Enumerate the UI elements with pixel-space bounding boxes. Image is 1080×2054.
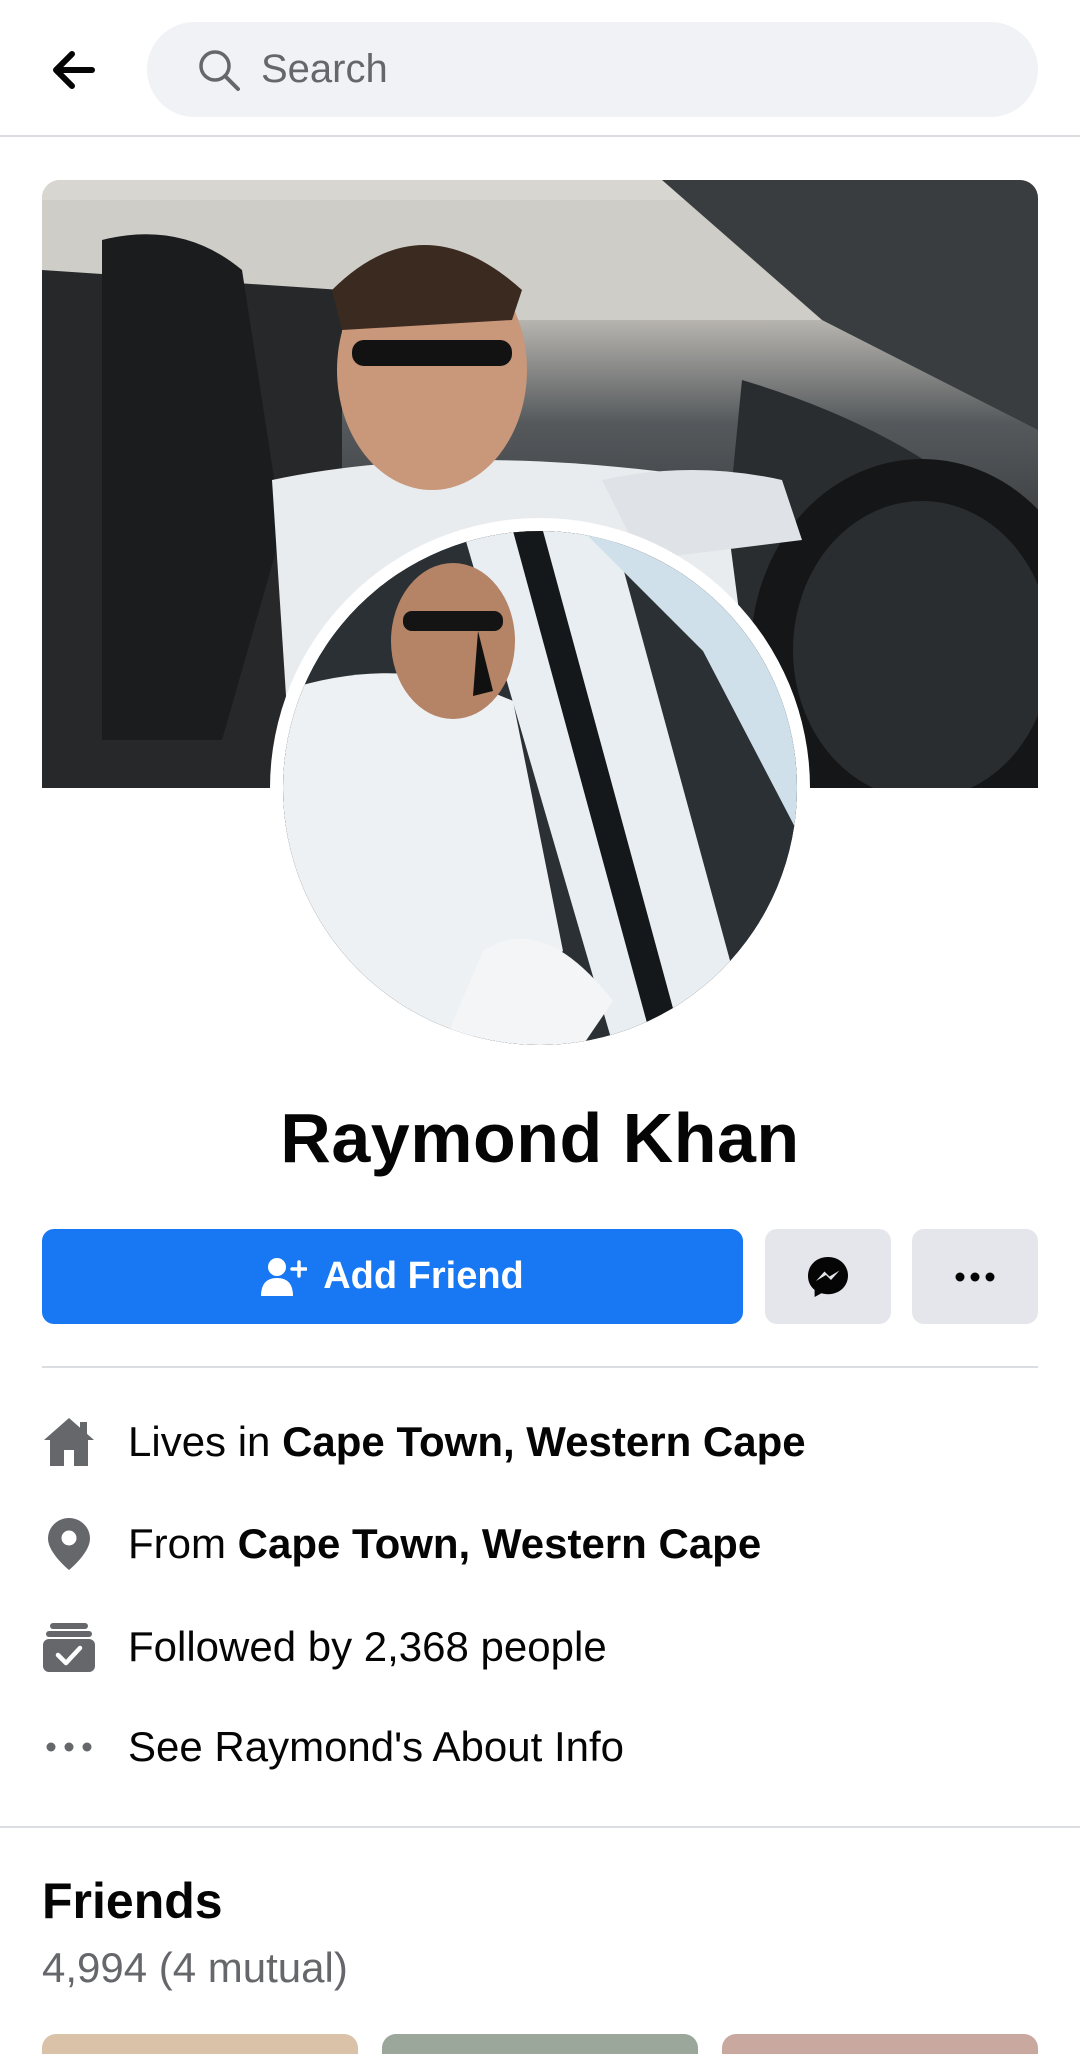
- back-button[interactable]: [40, 40, 106, 100]
- divider: [42, 1366, 1038, 1368]
- lives-in-prefix: Lives in: [128, 1418, 283, 1465]
- more-options-button[interactable]: [912, 1229, 1038, 1324]
- add-friend-label: Add Friend: [323, 1255, 524, 1297]
- add-friend-button[interactable]: Add Friend: [42, 1229, 743, 1324]
- friend-photo[interactable]: [42, 2034, 358, 2054]
- about-info-row[interactable]: See Raymond's About Info: [42, 1712, 1038, 1782]
- home-icon: [42, 1415, 96, 1469]
- followers-row: Followed by 2,368 people: [42, 1612, 1038, 1682]
- friend-photo[interactable]: [382, 2034, 698, 2054]
- messenger-icon: [808, 1256, 848, 1297]
- message-button[interactable]: [765, 1229, 891, 1324]
- profile-name: Raymond Khan: [280, 1099, 800, 1177]
- friend-photo[interactable]: [722, 2034, 1038, 2054]
- search-icon: [197, 48, 241, 92]
- top-bar: [0, 0, 1080, 137]
- friends-heading[interactable]: Friends: [42, 1872, 223, 1930]
- location-pin-icon: [42, 1517, 96, 1571]
- from-place[interactable]: Cape Town, Western Cape: [238, 1520, 762, 1567]
- more-dots-icon: [955, 1272, 995, 1281]
- profile-picture[interactable]: [283, 531, 797, 1045]
- section-divider: [0, 1826, 1080, 1828]
- about-info-link[interactable]: See Raymond's About Info: [128, 1723, 624, 1771]
- from-row: From Cape Town, Western Cape: [42, 1509, 1038, 1579]
- from-prefix: From: [128, 1520, 238, 1567]
- search-input[interactable]: [261, 47, 961, 92]
- followers-icon: [42, 1620, 96, 1674]
- search-bar[interactable]: [147, 22, 1038, 117]
- back-arrow-icon: [53, 51, 95, 89]
- add-person-icon: [261, 1257, 308, 1296]
- lives-in-place[interactable]: Cape Town, Western Cape: [282, 1418, 806, 1465]
- lives-in-row: Lives in Cape Town, Western Cape: [42, 1407, 1038, 1477]
- more-dots-icon: [42, 1720, 96, 1774]
- friends-count: 4,994 (4 mutual): [42, 1944, 348, 1991]
- followers-text: Followed by 2,368 people: [128, 1623, 607, 1670]
